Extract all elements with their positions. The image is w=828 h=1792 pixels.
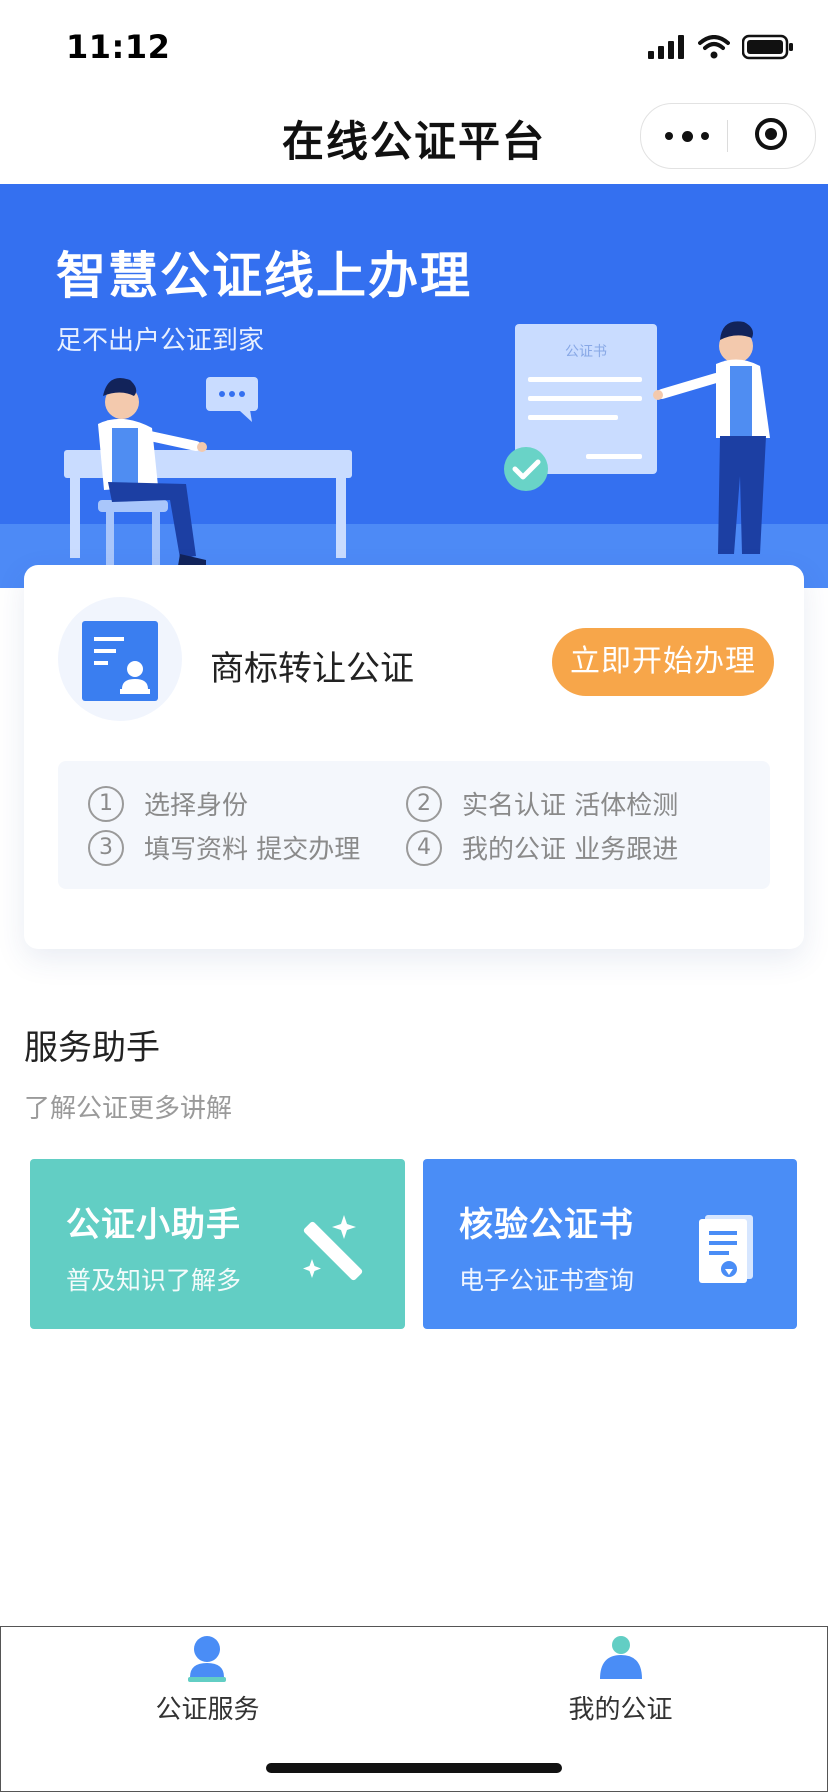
- status-icons: [648, 34, 794, 60]
- step-text: 实名认证 活体检测: [462, 791, 679, 821]
- section-subtitle: 了解公证更多讲解: [24, 1094, 233, 1124]
- step-number: 3: [88, 829, 124, 866]
- notary-assistant-tile[interactable]: 公证小助手 普及知识了解多: [30, 1159, 405, 1329]
- status-time: 11:12: [66, 28, 171, 66]
- more-dots-icon[interactable]: [665, 120, 709, 152]
- step-text: 我的公证 业务跟进: [462, 835, 679, 865]
- certificate-icon: [699, 1215, 753, 1283]
- banner-title: 智慧公证线上办理: [56, 247, 472, 305]
- miniprogram-capsule: [640, 103, 816, 169]
- capsule-divider: [727, 120, 728, 152]
- tab-label: 公证服务: [155, 1695, 260, 1725]
- card-title: 商标转让公证: [210, 649, 414, 689]
- tile-subtitle: 普及知识了解多: [66, 1266, 242, 1295]
- tile-subtitle: 电子公证书查询: [459, 1266, 635, 1295]
- step-number: 4: [406, 829, 442, 866]
- step-item: 2 实名认证 活体检测: [406, 785, 678, 822]
- signal-icon: [648, 35, 684, 59]
- tab-label: 我的公证: [568, 1695, 673, 1725]
- step-item: 3 填写资料 提交办理: [88, 829, 360, 866]
- battery-icon: [742, 34, 793, 60]
- banner-subtitle: 足不出户公证到家: [56, 326, 265, 356]
- start-handling-button[interactable]: 立即开始办理: [552, 628, 774, 696]
- step-number: 1: [88, 785, 124, 822]
- tile-title: 核验公证书: [459, 1205, 634, 1245]
- steps-panel: 1 选择身份 2 实名认证 活体检测 3 填写资料 提交办理 4 我的公证 业务…: [58, 761, 770, 889]
- home-indicator: [266, 1763, 562, 1773]
- step-text: 填写资料 提交办理: [144, 835, 361, 865]
- step-item: 1 选择身份: [88, 785, 248, 822]
- step-number: 2: [406, 785, 442, 822]
- wifi-icon: [698, 35, 730, 59]
- nav-bar: 在线公证平台: [0, 100, 828, 184]
- section-title: 服务助手: [24, 1028, 160, 1068]
- step-item: 4 我的公证 业务跟进: [406, 829, 678, 866]
- magic-wand-icon: [303, 1215, 363, 1281]
- hero-banner: 公证书 智慧公证线上办理 足不出户公证到家: [0, 184, 828, 588]
- status-bar: 11:12: [0, 0, 828, 100]
- verify-certificate-tile[interactable]: 核验公证书 电子公证书查询: [423, 1159, 797, 1329]
- card-icon-wrap: [58, 597, 182, 721]
- target-circle-icon[interactable]: [755, 118, 787, 150]
- step-text: 选择身份: [144, 791, 249, 821]
- user-profile-icon: [600, 1636, 642, 1679]
- tile-title: 公证小助手: [66, 1205, 241, 1245]
- service-card: 商标转让公证 立即开始办理 1 选择身份 2 实名认证 活体检测 3 填写资料 …: [24, 565, 804, 949]
- document-label: 公证书: [565, 344, 607, 360]
- trademark-document-icon: [82, 621, 158, 701]
- notary-service-icon: [188, 1636, 226, 1682]
